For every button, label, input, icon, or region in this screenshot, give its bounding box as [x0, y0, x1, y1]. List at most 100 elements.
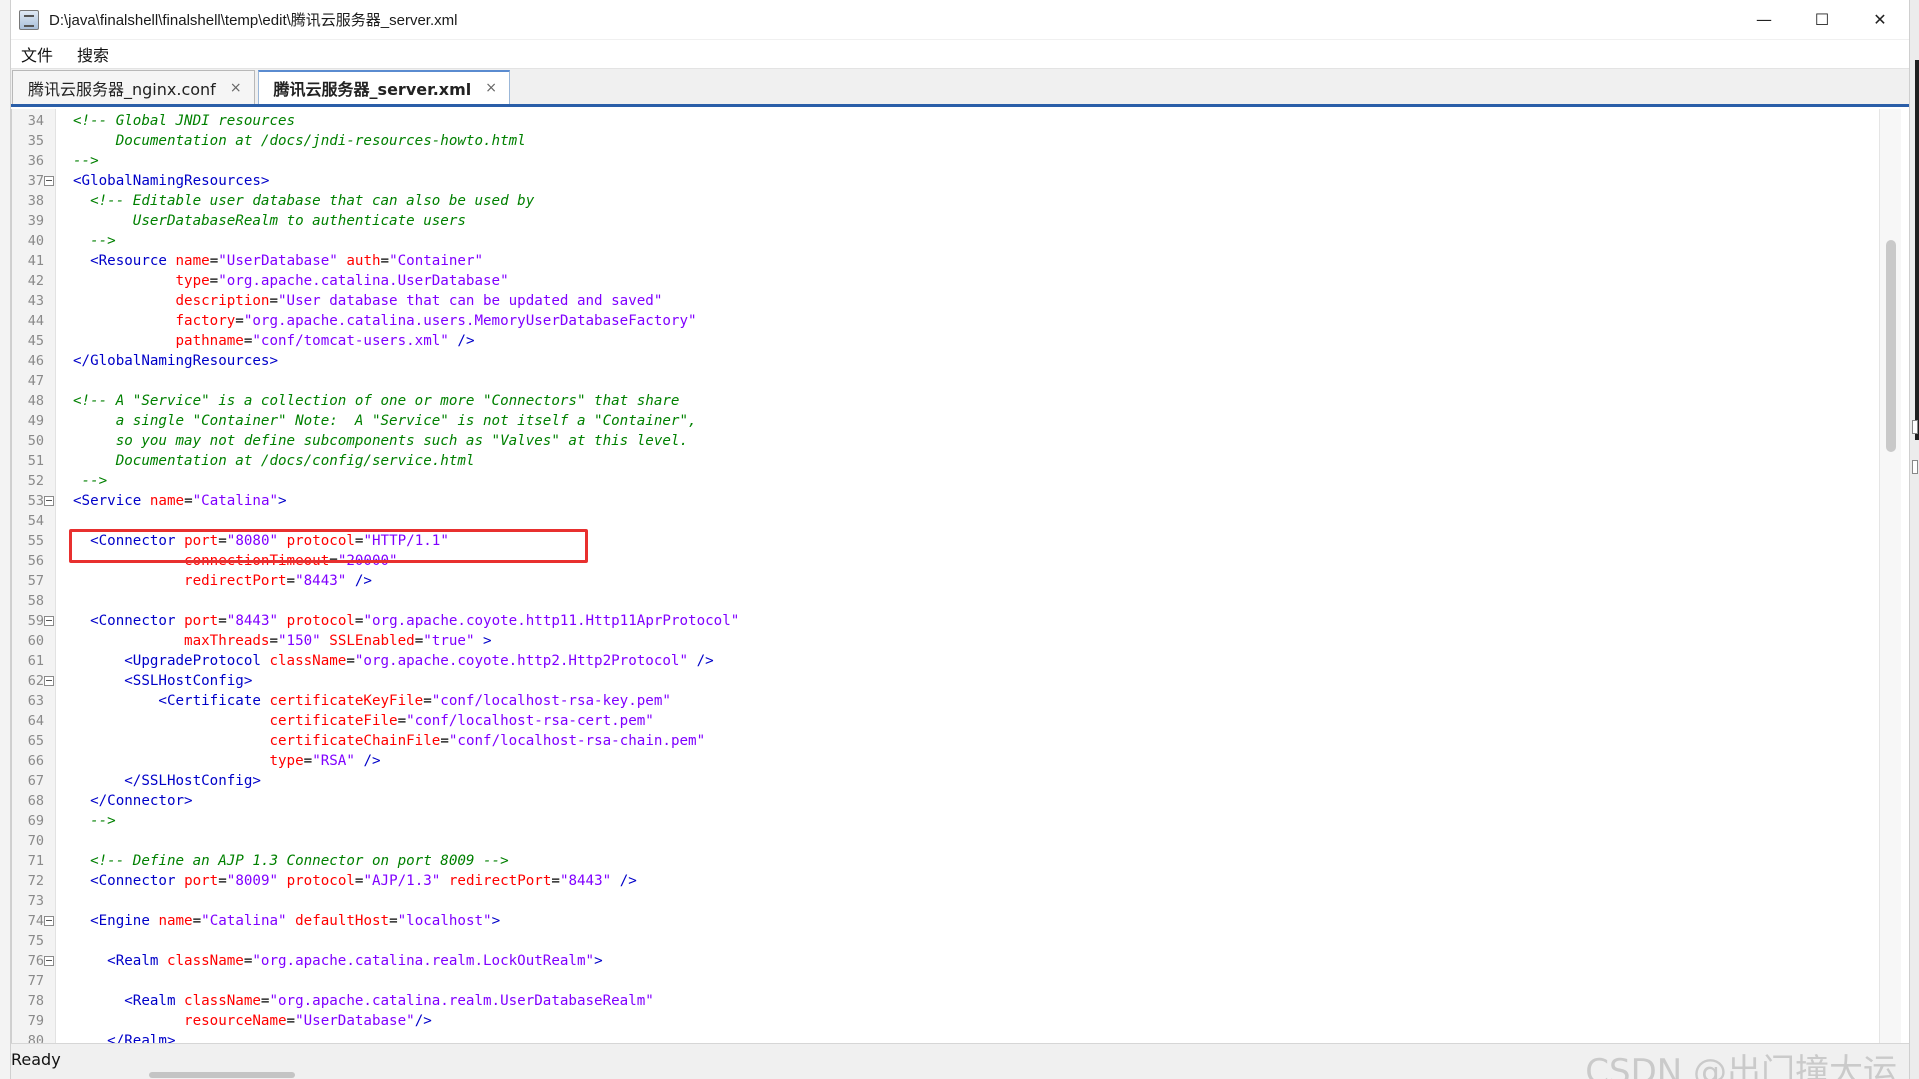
line-number: 55: [27, 533, 44, 549]
code-line[interactable]: 76 <Realm className="org.apache.catalina…: [12, 951, 1872, 971]
code-line[interactable]: 39 UserDatabaseRealm to authenticate use…: [12, 211, 1872, 231]
close-button[interactable]: ✕: [1851, 0, 1909, 40]
code-line[interactable]: 50 so you may not define subcomponents s…: [12, 431, 1872, 451]
line-number: 72: [27, 873, 44, 889]
code-token: "org.apache.coyote.http2.Http2Protocol": [354, 653, 689, 669]
line-code: <Realm className="org.apache.catalina.re…: [73, 951, 602, 971]
horizontal-scrollbar[interactable]: [149, 1072, 1349, 1078]
code-line[interactable]: 67 </SSLHostConfig>: [12, 771, 1872, 791]
code-line[interactable]: 74 <Engine name="Catalina" defaultHost="…: [12, 911, 1872, 931]
code-line[interactable]: 70: [12, 831, 1872, 851]
code-line[interactable]: 66 type="RSA" />: [12, 751, 1872, 771]
line-number: 64: [27, 713, 44, 729]
code-token: SSLEnabled: [329, 633, 415, 649]
code-line[interactable]: 43 description="User database that can b…: [12, 291, 1872, 311]
code-token: <Engine: [90, 913, 150, 929]
code-line[interactable]: 63 <Certificate certificateKeyFile="conf…: [12, 691, 1872, 711]
line-number: 54: [27, 513, 44, 529]
code-line[interactable]: 35 Documentation at /docs/jndi-resources…: [12, 131, 1872, 151]
code-line[interactable]: 79 resourceName="UserDatabase"/>: [12, 1011, 1872, 1031]
code-line[interactable]: 55 <Connector port="8080" protocol="HTTP…: [12, 531, 1872, 551]
fold-toggle-icon[interactable]: [44, 616, 54, 626]
code-token: "org.apache.catalina.realm.LockOutRealm": [252, 953, 595, 969]
code-line[interactable]: 61 <UpgradeProtocol className="org.apach…: [12, 651, 1872, 671]
fold-toggle-icon[interactable]: [44, 496, 54, 506]
code-token: >: [483, 633, 492, 649]
code-line[interactable]: 78 <Realm className="org.apache.catalina…: [12, 991, 1872, 1011]
code-token: =: [440, 733, 449, 749]
code-line[interactable]: 40 -->: [12, 231, 1872, 251]
code-line[interactable]: 56 connectionTimeout="20000": [12, 551, 1872, 571]
code-line[interactable]: 42 type="org.apache.catalina.UserDatabas…: [12, 271, 1872, 291]
line-number: 70: [27, 833, 44, 849]
code-line[interactable]: 57 redirectPort="8443" />: [12, 571, 1872, 591]
maximize-button[interactable]: ☐: [1793, 0, 1851, 40]
code-line[interactable]: 80 </Realm>: [12, 1031, 1872, 1043]
code-line[interactable]: 44 factory="org.apache.catalina.users.Me…: [12, 311, 1872, 331]
code-line[interactable]: 58: [12, 591, 1872, 611]
code-line[interactable]: 77: [12, 971, 1872, 991]
code-token: =: [192, 913, 202, 929]
code-token: <Resource: [90, 253, 167, 269]
code-line[interactable]: 72 <Connector port="8009" protocol="AJP/…: [12, 871, 1872, 891]
tab-server-xml[interactable]: 腾讯云服务器_server.xml ×: [257, 70, 510, 104]
code-line[interactable]: 52 -->: [12, 471, 1872, 491]
line-code: <!-- A "Service" is a collection of one …: [73, 391, 679, 411]
fold-toggle-icon[interactable]: [44, 916, 54, 926]
code-line[interactable]: 62 <SSLHostConfig>: [12, 671, 1872, 691]
code-line[interactable]: 60 maxThreads="150" SSLEnabled="true" >: [12, 631, 1872, 651]
code-line[interactable]: 38 <!-- Editable user database that can …: [12, 191, 1872, 211]
tab-close-icon[interactable]: ×: [230, 80, 242, 96]
code-line[interactable]: 41 <Resource name="UserDatabase" auth="C…: [12, 251, 1872, 271]
line-number: 61: [27, 653, 44, 669]
code-line[interactable]: 47: [12, 371, 1872, 391]
code-token: />: [354, 573, 372, 589]
code-line[interactable]: 49 a single "Container" Note: A "Service…: [12, 411, 1872, 431]
code-line[interactable]: 45 pathname="conf/tomcat-users.xml" />: [12, 331, 1872, 351]
line-code: <!-- Define an AJP 1.3 Connector on port…: [73, 851, 509, 871]
menu-file[interactable]: 文件: [11, 42, 65, 66]
code-line[interactable]: 59 <Connector port="8443" protocol="org.…: [12, 611, 1872, 631]
scrollbar-thumb[interactable]: [1886, 240, 1896, 452]
code-line[interactable]: 71 <!-- Define an AJP 1.3 Connector on p…: [12, 851, 1872, 871]
code-token: Documentation at /docs/jndi-resources-ho…: [73, 133, 526, 149]
code-line[interactable]: 69 -->: [12, 811, 1872, 831]
code-editor[interactable]: 34 <!-- Global JNDI resources 35 Documenta…: [11, 109, 1901, 1043]
minimize-button[interactable]: —: [1735, 0, 1793, 40]
tab-nginx-conf[interactable]: 腾讯云服务器_nginx.conf ×: [12, 70, 255, 104]
code-line[interactable]: 75: [12, 931, 1872, 951]
code-token: =: [218, 613, 227, 629]
code-line[interactable]: 37 <GlobalNamingResources>: [12, 171, 1872, 191]
code-token: =: [218, 873, 227, 889]
code-token: <Connector: [90, 873, 176, 889]
code-token: redirectPort: [448, 873, 552, 889]
vertical-scrollbar[interactable]: [1879, 109, 1901, 1043]
code-line[interactable]: 64 certificateFile="conf/localhost-rsa-c…: [12, 711, 1872, 731]
code-token: "RSA": [312, 753, 355, 769]
code-line[interactable]: 68 </Connector>: [12, 791, 1872, 811]
menu-search[interactable]: 搜索: [65, 42, 121, 66]
line-code: description="User database that can be u…: [73, 291, 663, 311]
code-line[interactable]: 65 certificateChainFile="conf/localhost-…: [12, 731, 1872, 751]
code-token: "Container": [389, 253, 484, 269]
code-line[interactable]: 53 <Service name="Catalina">: [12, 491, 1872, 511]
code-line[interactable]: 34 <!-- Global JNDI resources: [12, 111, 1872, 131]
code-token: "8009": [226, 873, 279, 889]
code-line[interactable]: 73: [12, 891, 1872, 911]
code-line[interactable]: 51 Documentation at /docs/config/service…: [12, 451, 1872, 471]
fold-toggle-icon[interactable]: [44, 676, 54, 686]
code-line[interactable]: 48 <!-- A "Service" is a collection of on…: [12, 391, 1872, 411]
code-line[interactable]: 46 </GlobalNamingResources>: [12, 351, 1872, 371]
fold-toggle-icon[interactable]: [44, 956, 54, 966]
fold-toggle-icon[interactable]: [44, 176, 54, 186]
code-line[interactable]: 36 -->: [12, 151, 1872, 171]
tab-close-icon[interactable]: ×: [485, 80, 497, 96]
horizontal-scrollbar-thumb[interactable]: [149, 1072, 295, 1078]
code-token: certificateChainFile: [269, 733, 441, 749]
code-line[interactable]: 54: [12, 511, 1872, 531]
